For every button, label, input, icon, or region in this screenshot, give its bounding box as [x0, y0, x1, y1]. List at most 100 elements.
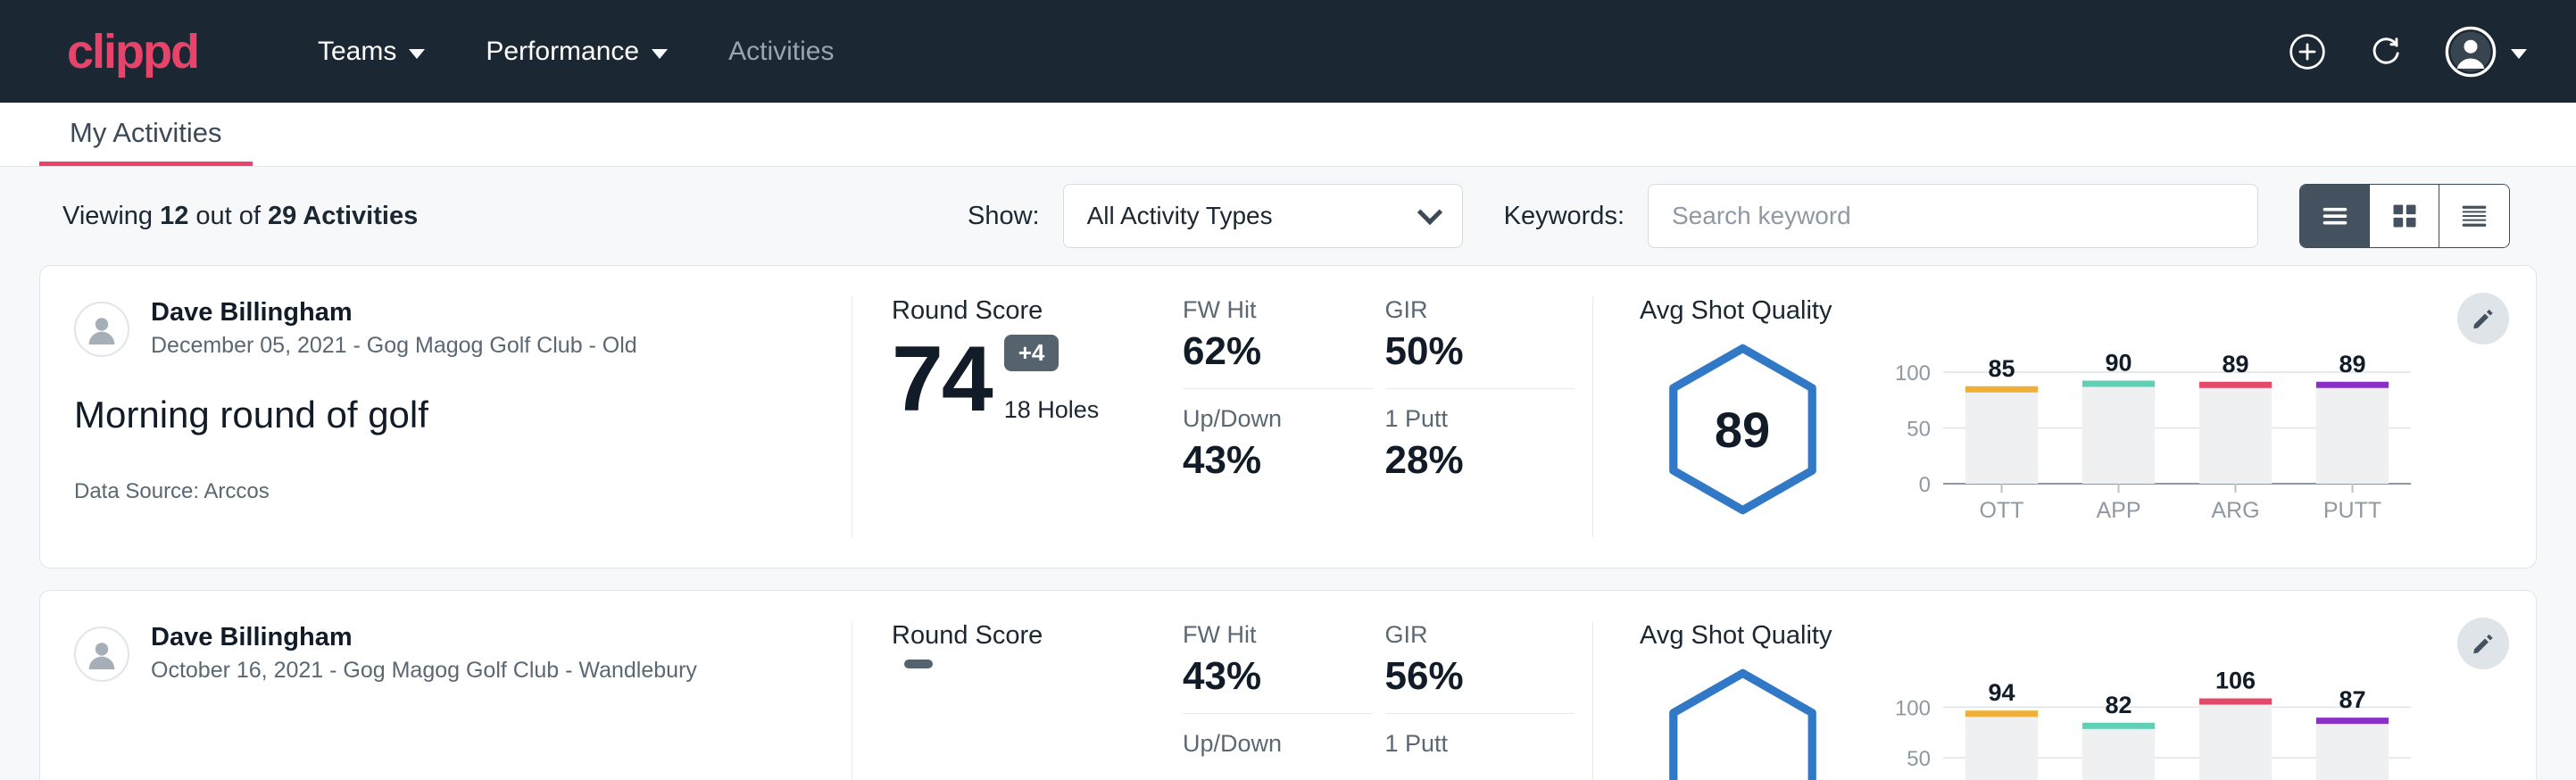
refresh-button[interactable] [2366, 32, 2406, 71]
stat-gir: GIR 56% [1385, 621, 1575, 714]
quality-hexagon-wrap: 89 [1640, 335, 1845, 519]
search-input[interactable] [1648, 184, 2258, 248]
nav-item-performance[interactable]: Performance [455, 24, 698, 79]
bar-value-label: 94 [1988, 679, 2015, 706]
stat-one-putt: 1 Putt [1385, 730, 1575, 763]
y-tick-label: 50 [1907, 418, 1931, 442]
view-mode-compact-button[interactable] [2439, 185, 2509, 247]
stat-one-putt-label: 1 Putt [1385, 405, 1534, 433]
bar-body [1965, 713, 2038, 780]
main-content: Viewing 12 out of 29 Activities Show: Al… [0, 167, 2576, 780]
list-view-icon [2317, 198, 2353, 234]
nav-right-actions [2288, 26, 2527, 78]
stat-one-putt: 1 Putt 28% [1385, 405, 1575, 483]
stat-fw-hit: FW Hit 43% [1183, 621, 1373, 714]
activity-card-info: Dave Billingham December 05, 2021 - Gog … [40, 296, 852, 537]
chevron-down-icon [1417, 200, 1442, 225]
activity-card-info: Dave Billingham October 16, 2021 - Gog M… [40, 621, 852, 780]
activity-data-source: Data Source: Arccos [74, 479, 812, 504]
edit-activity-button[interactable] [2457, 293, 2509, 344]
bar-body [2199, 701, 2272, 780]
avatar-icon [2445, 26, 2497, 78]
activity-title: Morning round of golf [74, 394, 812, 436]
edit-activity-button[interactable] [2457, 618, 2509, 669]
activity-author: Dave Billingham October 16, 2021 - Gog M… [74, 621, 812, 686]
round-score-row: 74 +4 18 Holes [892, 335, 1174, 424]
view-mode-grid-button[interactable] [2370, 185, 2439, 247]
round-score-label: Round Score [892, 296, 1174, 326]
y-tick-label: 100 [1895, 696, 1931, 720]
stat-fw-hit-value: 43% [1183, 654, 1332, 699]
stat-fw-hit-label: FW Hit [1183, 296, 1332, 324]
plus-circle-icon [2288, 32, 2327, 71]
stat-fw-hit-label: FW Hit [1183, 621, 1332, 649]
author-name: Dave Billingham [151, 296, 637, 328]
bar-cap [2199, 382, 2272, 388]
view-mode-toggle-group [2299, 184, 2510, 248]
bar-chart: 05010094OTT82APP106ARG87PUTT [1881, 667, 2425, 780]
avatar [74, 626, 129, 682]
avg-shot-quality-label: Avg Shot Quality [1640, 621, 2456, 651]
bar-body [2082, 726, 2155, 780]
activity-meta: December 05, 2021 - Gog Magog Golf Club … [151, 331, 637, 361]
stat-up-down-label: Up/Down [1183, 730, 1332, 758]
avatar [74, 302, 129, 357]
round-score-section: Round Score [852, 621, 1174, 780]
add-activity-button[interactable] [2288, 32, 2327, 71]
bar-body [2199, 385, 2272, 484]
y-tick-label: 100 [1895, 361, 1931, 386]
bar-body [1965, 389, 2038, 484]
bar-body [2316, 720, 2389, 780]
bar-value-label: 85 [1988, 355, 2015, 382]
hexagon-icon [1660, 665, 1825, 780]
stat-gir-label: GIR [1385, 296, 1534, 324]
author-name: Dave Billingham [151, 621, 697, 653]
show-label: Show: [968, 202, 1040, 231]
activity-meta: October 16, 2021 - Gog Magog Golf Club -… [151, 656, 697, 686]
x-category-label: PUTT [2323, 498, 2381, 523]
user-menu[interactable] [2445, 26, 2527, 78]
round-score-side [904, 660, 933, 749]
bar-cap [2199, 699, 2272, 705]
stat-up-down-value: 43% [1183, 438, 1332, 483]
activity-card[interactable]: Dave Billingham December 05, 2021 - Gog … [39, 265, 2537, 568]
bar-cap [2316, 382, 2389, 388]
main-nav-items: Teams Performance Activities [287, 24, 864, 79]
quality-hexagon: 89 [1660, 340, 1825, 519]
author-text-block: Dave Billingham October 16, 2021 - Gog M… [151, 621, 697, 686]
holes-played: 18 Holes [1004, 396, 1100, 424]
activity-card[interactable]: Dave Billingham October 16, 2021 - Gog M… [39, 590, 2537, 780]
bar-value-label: 89 [2339, 351, 2365, 378]
quality-hexagon [1660, 665, 1825, 780]
score-to-par-badge [904, 660, 933, 668]
tab-my-activities[interactable]: My Activities [39, 117, 253, 166]
clippd-logo[interactable]: clippd [67, 28, 198, 76]
top-navigation-bar: clippd Teams Performance Activities [0, 0, 2576, 103]
avg-shot-quality-section: Avg Shot Quality 89 05010085OTT90APP89AR… [1593, 296, 2536, 537]
pencil-icon [2470, 630, 2497, 657]
chevron-down-icon [652, 49, 668, 59]
bar-body [2082, 384, 2155, 485]
bar-cap [2082, 723, 2155, 729]
bar-value-label: 106 [2215, 668, 2256, 694]
nav-item-activities[interactable]: Activities [698, 24, 864, 79]
compact-view-icon [2456, 198, 2492, 234]
view-mode-list-button[interactable] [2300, 185, 2370, 247]
stat-gir-value: 56% [1385, 654, 1534, 699]
grid-view-icon [2387, 198, 2422, 234]
x-category-label: APP [2096, 498, 2140, 523]
activity-type-select[interactable]: All Activity Types [1063, 184, 1463, 248]
stat-up-down: Up/Down [1183, 730, 1373, 763]
round-stats-grid: FW Hit 62% GIR 50% Up/Down 43% 1 Putt 28… [1174, 296, 1593, 537]
bar-chart: 05010085OTT90APP89ARG89PUTT [1881, 342, 2425, 525]
nav-item-teams[interactable]: Teams [287, 24, 455, 79]
bar-value-label: 90 [2105, 350, 2131, 377]
round-score-value: 74 [892, 336, 992, 424]
bar-value-label: 82 [2105, 692, 2131, 718]
viewing-mid: out of [188, 202, 268, 230]
viewing-total: 29 Activities [268, 202, 418, 230]
stat-gir-label: GIR [1385, 621, 1534, 649]
refresh-icon [2366, 32, 2406, 71]
avg-shot-quality-row: 05010094OTT82APP106ARG87PUTT [1640, 660, 2456, 780]
x-category-label: ARG [2211, 498, 2259, 523]
